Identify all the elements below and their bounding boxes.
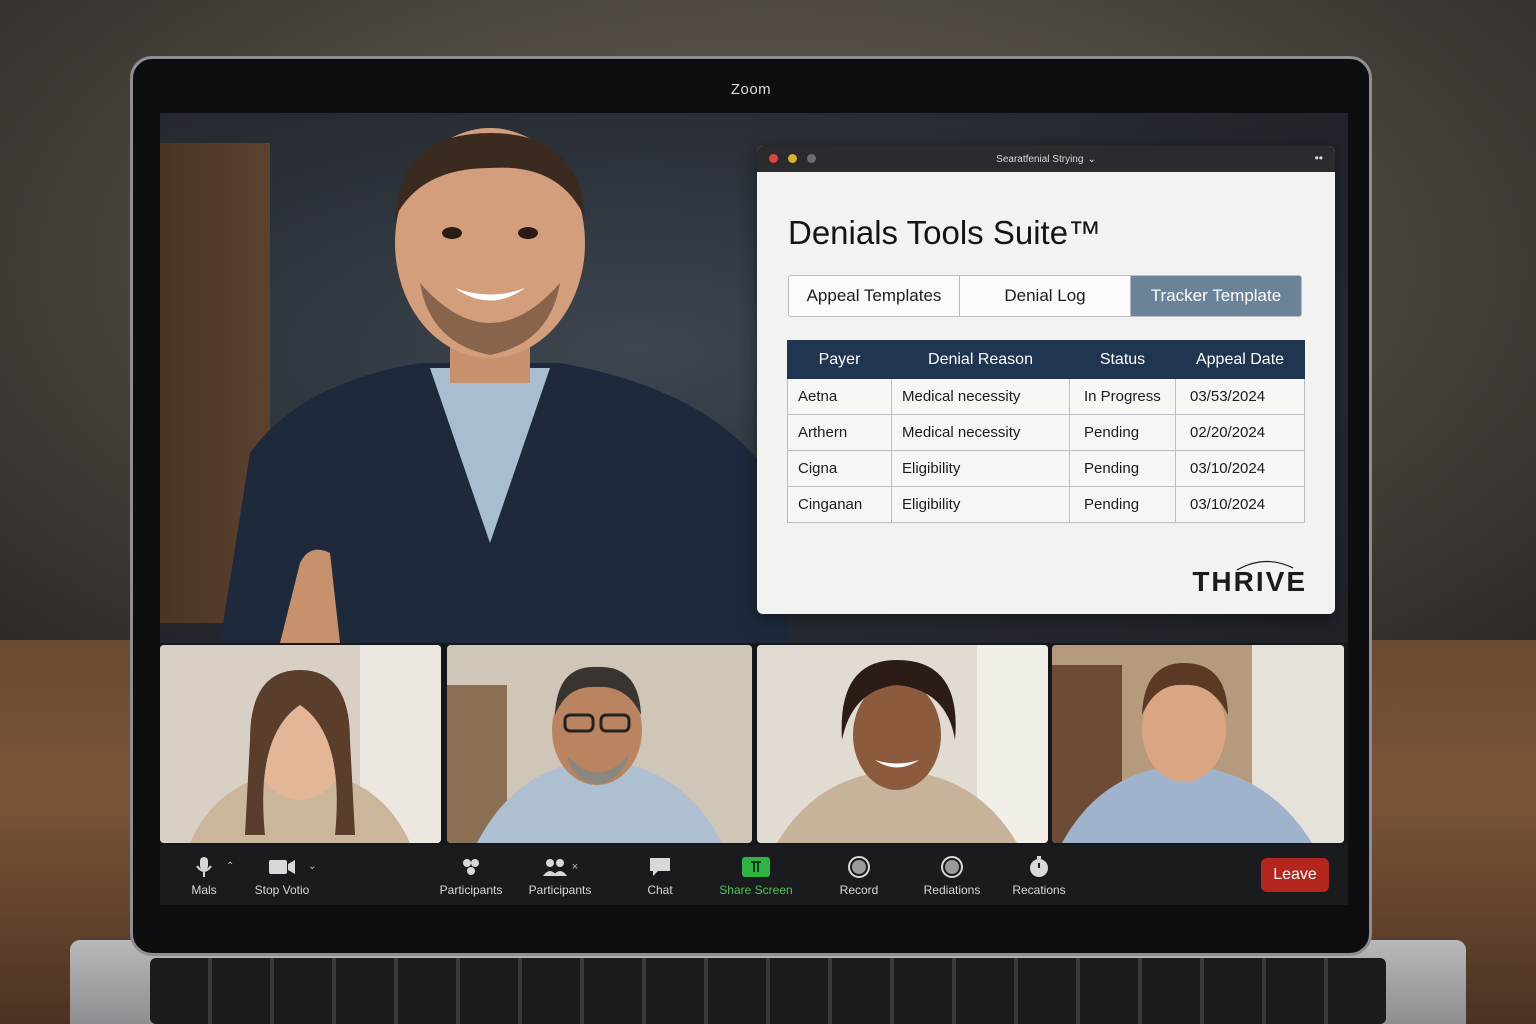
participant-tile[interactable] xyxy=(160,645,441,843)
payer-cell: Cinganan xyxy=(787,486,892,523)
app-title: Zoom xyxy=(730,81,772,98)
denial-reason-cell: Eligibility xyxy=(891,486,1070,523)
chevron-down-icon[interactable]: ⌄ xyxy=(308,861,316,872)
chevron-down-icon[interactable]: ⌄ xyxy=(1087,154,1095,165)
payer-cell: Aetna xyxy=(787,378,892,415)
participant-video-image xyxy=(1052,645,1344,843)
appeal-date-cell: 03/10/2024 xyxy=(1175,450,1305,487)
status-cell: Pending xyxy=(1069,486,1176,523)
stop-video-label: Stop Votio xyxy=(254,883,310,897)
payer-cell: Arthern xyxy=(787,414,892,451)
laptop-keys xyxy=(150,958,1386,1024)
speaker-person-image xyxy=(220,128,790,643)
denials-tracker-table: Payer Denial Reason Status Appeal Date A… xyxy=(787,340,1305,523)
reactions-icon xyxy=(941,856,963,878)
maximize-window-icon[interactable] xyxy=(807,154,816,163)
share-screen-label: Share Screen xyxy=(719,883,793,897)
brand-logo: THRIVE xyxy=(1192,566,1307,597)
zoom-window: Searatfenial Strying ⌄ •• Denials Tools … xyxy=(160,113,1348,905)
tab-appeal-templates[interactable]: Appeal Templates xyxy=(789,276,960,316)
participants-list-label: Participants xyxy=(528,883,592,897)
payer-cell: Cigna xyxy=(787,450,892,487)
recordings-button[interactable]: Recations xyxy=(989,855,1089,897)
status-cell: In Progress xyxy=(1069,378,1176,415)
table-row: Cigna Eligibility Pending 03/10/2024 xyxy=(787,450,1305,487)
table-row: Arthern Medical necessity Pending 02/20/… xyxy=(787,414,1305,451)
status-cell: Pending xyxy=(1069,414,1176,451)
appeal-date-cell: 03/10/2024 xyxy=(1175,486,1305,523)
participant-video-image xyxy=(757,645,1048,843)
participants-list-button[interactable]: × Participants xyxy=(510,855,610,897)
more-options-icon[interactable]: •• xyxy=(1315,151,1323,165)
laptop: Zoom Searatfenial Strying ⌄ •• Denials T… xyxy=(130,56,1372,956)
column-header: Denial Reason xyxy=(891,340,1070,379)
column-header: Payer xyxy=(787,340,892,379)
denial-reason-cell: Medical necessity xyxy=(891,414,1070,451)
appeal-date-cell: 02/20/2024 xyxy=(1175,414,1305,451)
people-icon xyxy=(542,859,567,876)
shared-screen-window: Searatfenial Strying ⌄ •• Denials Tools … xyxy=(757,146,1335,614)
main-speaker-video: Searatfenial Strying ⌄ •• Denials Tools … xyxy=(160,113,1348,643)
record-label: Record xyxy=(839,883,879,897)
close-icon[interactable]: × xyxy=(572,861,578,873)
column-header: Status xyxy=(1069,340,1176,379)
share-screen-icon xyxy=(742,857,770,877)
participant-video-image xyxy=(160,645,441,843)
status-cell: Pending xyxy=(1069,450,1176,487)
participant-strip xyxy=(160,645,1348,845)
stop-video-button[interactable]: Stop Votio xyxy=(232,855,332,897)
participant-tile[interactable] xyxy=(1052,645,1344,843)
recordings-label: Recations xyxy=(1012,883,1066,897)
leave-button[interactable]: Leave xyxy=(1261,858,1329,892)
share-screen-button[interactable]: Share Screen xyxy=(706,855,806,897)
tab-tracker-template[interactable]: Tracker Template xyxy=(1131,276,1301,316)
column-header: Appeal Date xyxy=(1175,340,1305,379)
participant-video-image xyxy=(447,645,752,843)
participant-tile[interactable] xyxy=(757,645,1048,843)
video-camera-icon xyxy=(269,860,295,874)
meeting-toolbar: Mals ⌃ Stop Votio ⌄ Participants × Parti… xyxy=(160,845,1348,905)
table-row: Aetna Medical necessity In Progress 03/5… xyxy=(787,378,1305,415)
denial-reason-cell: Eligibility xyxy=(891,450,1070,487)
chat-label: Chat xyxy=(647,883,673,897)
chat-bubble-icon xyxy=(650,858,670,876)
participants-label: Participants xyxy=(439,883,503,897)
appeal-date-cell: 03/53/2024 xyxy=(1175,378,1305,415)
table-header-row: Payer Denial Reason Status Appeal Date xyxy=(787,340,1305,379)
reactions-label: Rediations xyxy=(923,883,981,897)
participants-icon xyxy=(463,859,479,875)
record-icon xyxy=(848,856,870,878)
table-row: Cinganan Eligibility Pending 03/10/2024 xyxy=(787,486,1305,523)
minimize-window-icon[interactable] xyxy=(788,154,797,163)
participant-tile[interactable] xyxy=(447,645,752,843)
chat-button[interactable]: Chat xyxy=(610,855,710,897)
denial-reason-cell: Medical necessity xyxy=(891,378,1070,415)
reactions-button[interactable]: Rediations xyxy=(902,855,1002,897)
timer-icon xyxy=(1030,856,1048,877)
close-window-icon[interactable] xyxy=(769,154,778,163)
window-titlebar: Searatfenial Strying ⌄ •• xyxy=(757,146,1335,172)
document-title: Denials Tools Suite™ xyxy=(788,214,1102,251)
record-button[interactable]: Record xyxy=(809,855,909,897)
tab-denial-log[interactable]: Denial Log xyxy=(960,276,1131,316)
microphone-icon xyxy=(196,857,212,877)
tool-tabs: Appeal Templates Denial Log Tracker Temp… xyxy=(788,275,1302,317)
participants-button[interactable]: Participants xyxy=(421,855,521,897)
window-title: Searatfenial Strying xyxy=(996,153,1084,165)
